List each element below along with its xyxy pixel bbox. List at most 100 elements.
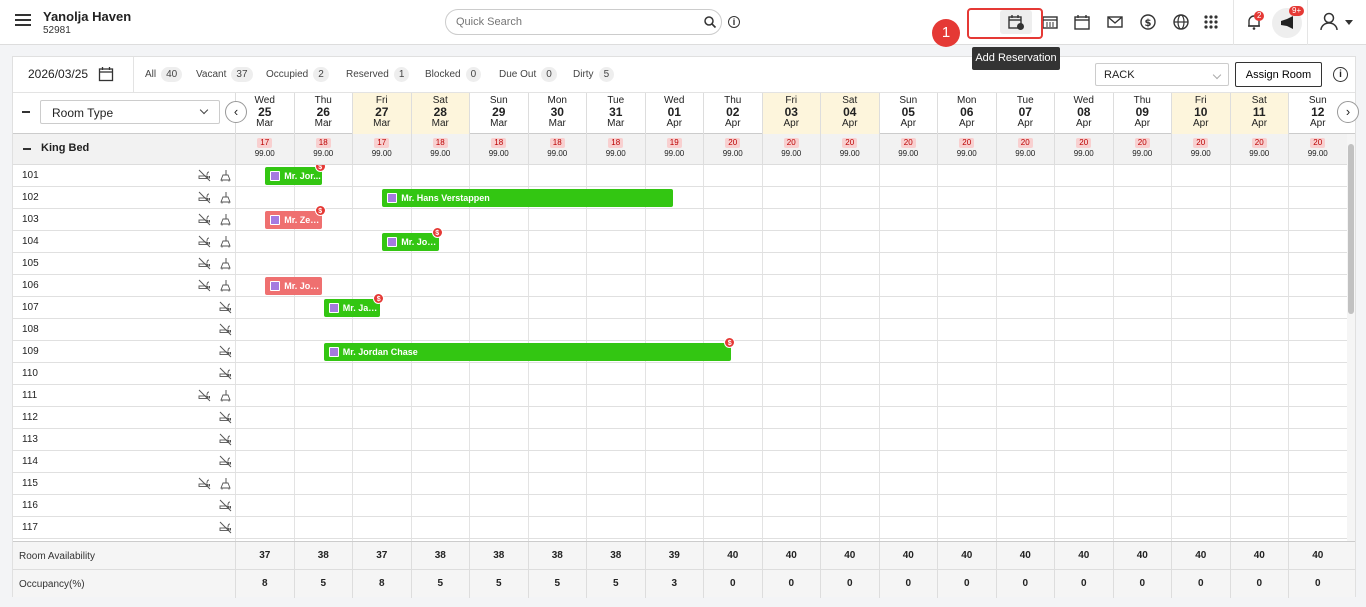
globe-icon[interactable] xyxy=(1172,13,1190,31)
vertical-scrollbar[interactable] xyxy=(1347,134,1355,541)
reservation-bar[interactable]: Mr. Hans Verstappen xyxy=(382,189,673,207)
reservation-bar[interactable]: Mr. Joh... $ xyxy=(382,227,443,251)
search-info-icon[interactable]: i xyxy=(728,16,740,28)
room-row[interactable]: 111 xyxy=(13,385,1347,407)
date-picker-calendar-icon[interactable] xyxy=(98,66,114,82)
room-price: 99.00 xyxy=(1307,149,1328,158)
reservation-bar[interactable]: Mr. Jas... $ xyxy=(323,293,385,317)
filter-label: Vacant xyxy=(196,69,227,80)
reservation-bar[interactable]: Mr. Zeb... $ xyxy=(265,205,326,229)
filter-occupied[interactable]: Occupied 2 xyxy=(266,67,329,82)
room-row[interactable]: 114 xyxy=(13,451,1347,473)
user-icon[interactable] xyxy=(1319,11,1339,31)
search-icon[interactable] xyxy=(703,15,717,29)
room-price: 99.00 xyxy=(371,149,392,158)
room-row[interactable]: 108 xyxy=(13,319,1347,341)
collapse-group-icon[interactable] xyxy=(23,148,31,150)
date-column-header: Sun 05 Apr xyxy=(878,93,938,134)
date-column-header: Sat 04 Apr xyxy=(820,93,879,134)
no-smoking-icon xyxy=(198,477,211,490)
room-row[interactable]: 113 xyxy=(13,429,1347,451)
apps-grid-icon[interactable] xyxy=(1202,13,1220,31)
available-count: 18 xyxy=(315,138,331,148)
currency-icon[interactable]: $ xyxy=(1139,13,1157,31)
room-row[interactable]: 117 xyxy=(13,517,1347,539)
current-date[interactable]: 2026/03/25 xyxy=(28,67,88,81)
calendar-grid-icon[interactable] xyxy=(1041,13,1059,31)
room-row[interactable]: 106 xyxy=(13,275,1347,297)
collapse-all-icon[interactable] xyxy=(22,111,30,113)
scrollbar-thumb[interactable] xyxy=(1348,144,1354,314)
prev-dates-button[interactable]: ‹ xyxy=(225,101,247,123)
room-row[interactable]: 112 xyxy=(13,407,1347,429)
day-number: 10 xyxy=(1194,105,1208,119)
filter-reserved[interactable]: Reserved 1 xyxy=(346,67,410,82)
room-row[interactable]: 110 xyxy=(13,363,1347,385)
group-day-cell: 18 99.00 xyxy=(293,134,353,165)
filter-dirty[interactable]: Dirty 5 xyxy=(573,67,615,82)
available-count: 20 xyxy=(1017,138,1033,148)
room-price: 99.00 xyxy=(1073,149,1094,158)
room-number: 107 xyxy=(22,302,39,313)
occupancy-cell: 0 xyxy=(995,570,1055,598)
date-header: Room Type ‹ › Wed 25 Mar Thu 26 Mar Fri 27 Mar Sa… xyxy=(13,93,1359,134)
date-column-header: Thu 26 Mar xyxy=(293,93,353,134)
occupancy-cell: 5 xyxy=(527,570,587,598)
megaphone-icon[interactable] xyxy=(1278,14,1296,32)
filter-blocked[interactable]: Blocked 0 xyxy=(425,67,482,82)
date-column-header: Wed 08 Apr xyxy=(1054,93,1113,134)
availability-label: Room Availability xyxy=(19,551,95,562)
room-row[interactable]: 103 xyxy=(13,209,1347,231)
day-number: 11 xyxy=(1252,105,1266,119)
availability-cell: 40 xyxy=(878,542,938,570)
payment-due-badge: $ xyxy=(314,205,326,216)
reservation-bar[interactable]: Mr. Jordan Chase $ xyxy=(323,337,736,361)
room-row[interactable]: 104 xyxy=(13,231,1347,253)
reservation-bar[interactable]: Mr. Jor... $ xyxy=(265,165,326,185)
room-row[interactable]: 102 xyxy=(13,187,1347,209)
room-row[interactable]: 115 xyxy=(13,473,1347,495)
mail-icon[interactable] xyxy=(1106,13,1124,31)
no-smoking-icon xyxy=(219,323,232,336)
menu-icon[interactable] xyxy=(15,14,31,28)
availability-cell: 40 xyxy=(937,542,996,570)
reservation-grid[interactable]: 101 102 103 104 105 106 107 108 109 110 111 112 113 1… xyxy=(13,165,1347,541)
occupancy-cell: 0 xyxy=(1229,570,1289,598)
available-count: 18 xyxy=(432,138,448,148)
group-day-cell: 20 99.00 xyxy=(995,134,1055,165)
room-group-header[interactable]: King Bed 17 99.00 18 99.00 17 99.00 18 99.00 18 9… xyxy=(13,134,1347,165)
room-row[interactable]: 101 xyxy=(13,165,1347,187)
occupancy-cell: 0 xyxy=(820,570,879,598)
room-number: 113 xyxy=(22,434,38,445)
housekeeping-icon xyxy=(219,279,232,292)
room-type-select[interactable]: Room Type xyxy=(40,100,220,124)
available-count: 17 xyxy=(257,138,273,148)
quick-search-input[interactable] xyxy=(445,9,722,35)
filter-due-out[interactable]: Due Out 0 xyxy=(499,67,557,82)
availability-cell: 39 xyxy=(644,542,704,570)
date-column-header: Sat 11 Apr xyxy=(1229,93,1288,134)
group-name: King Bed xyxy=(41,142,90,154)
reservation-bar[interactable]: Mr. Joh... xyxy=(265,277,322,295)
month: Mar xyxy=(607,118,625,129)
room-row[interactable]: 107 xyxy=(13,297,1347,319)
day-number: 01 xyxy=(667,105,681,119)
payment-due-badge: $ xyxy=(431,227,443,238)
next-dates-button[interactable]: › xyxy=(1337,101,1359,123)
info-icon[interactable]: i xyxy=(1333,67,1348,82)
guest-icon xyxy=(387,193,398,203)
room-row[interactable]: 116 xyxy=(13,495,1347,517)
user-menu-chevron-down-icon[interactable] xyxy=(1345,20,1353,25)
month: Mar xyxy=(373,118,391,129)
group-day-cell: 18 99.00 xyxy=(469,134,528,165)
filter-all[interactable]: All 40 xyxy=(145,67,183,82)
assign-room-button[interactable]: Assign Room xyxy=(1235,62,1322,87)
date-column-header: Thu 02 Apr xyxy=(703,93,762,134)
occupancy-cell: 0 xyxy=(761,570,821,598)
rate-plan-select[interactable]: RACK xyxy=(1095,63,1229,86)
room-row[interactable]: 105 xyxy=(13,253,1347,275)
month: Mar xyxy=(256,118,274,129)
housekeeping-icon xyxy=(219,213,232,226)
calendar-icon[interactable] xyxy=(1073,13,1091,31)
filter-vacant[interactable]: Vacant 37 xyxy=(196,67,253,82)
